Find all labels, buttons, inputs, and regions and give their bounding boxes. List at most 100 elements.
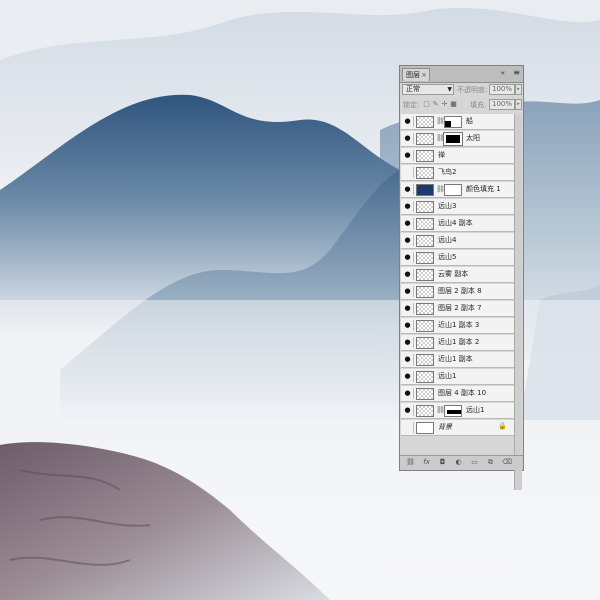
layer-name: 云雾 副本	[438, 270, 469, 278]
tab-label: 图层	[406, 71, 420, 79]
eye-icon[interactable]: ●	[402, 201, 414, 212]
layer-thumbnail	[416, 269, 434, 281]
layer-row[interactable]: ● ⛓ 颜色填充 1	[401, 182, 515, 198]
lock-icon: 🔒	[498, 422, 507, 430]
layer-row[interactable]: ● 近山1 副本	[401, 352, 515, 368]
layer-row[interactable]: ● ⛓ 太阳	[401, 131, 515, 147]
layer-name: 远山4	[438, 236, 457, 244]
eye-icon[interactable]: ●	[402, 252, 414, 263]
layer-thumbnail	[416, 201, 434, 213]
tab-layers[interactable]: 图层 ×	[402, 68, 430, 81]
layer-name: 船	[466, 117, 473, 125]
trash-icon[interactable]: ⌫	[502, 458, 512, 467]
eye-icon[interactable]: ●	[402, 235, 414, 246]
add-mask-icon[interactable]: ◘	[438, 458, 447, 467]
layer-row[interactable]: ● 图层 2 副本 7	[401, 301, 515, 317]
eye-hidden-icon[interactable]	[402, 167, 414, 178]
layer-name: 近山1 副本 2	[438, 338, 480, 346]
layer-name: 远山1	[466, 406, 485, 414]
eye-icon[interactable]: ●	[402, 269, 414, 280]
layer-thumbnail	[416, 337, 434, 349]
blend-mode-select[interactable]: 正常 ▼	[402, 84, 454, 95]
eye-icon[interactable]: ●	[402, 286, 414, 297]
layer-row-background[interactable]: 背景 🔒	[401, 420, 515, 436]
fill-color-thumbnail	[416, 184, 434, 196]
fill-label: 填充:	[470, 101, 487, 109]
layer-row[interactable]: ● 远山3	[401, 199, 515, 215]
panel-menu-icon[interactable]: ≡	[513, 68, 520, 77]
eye-hidden-icon[interactable]	[402, 422, 414, 433]
layer-list-scrollbar[interactable]	[514, 114, 522, 490]
chevron-down-icon: ▼	[447, 86, 452, 93]
eye-icon[interactable]: ●	[402, 388, 414, 399]
eye-icon[interactable]: ●	[402, 133, 414, 144]
collapse-icon[interactable]: «	[501, 69, 505, 77]
opacity-input[interactable]: 100%	[489, 84, 515, 95]
lock-fill-row: 锁定: □ ✎ ✛ ■ 填充: 100% ▸	[400, 99, 523, 112]
eye-icon[interactable]: ●	[402, 337, 414, 348]
layer-row[interactable]: ● ⛓ 远山1	[401, 403, 515, 419]
layer-thumbnail	[416, 320, 434, 332]
lock-label: 锁定:	[403, 101, 420, 109]
layers-panel: 图层 × « ≡ 正常 ▼ 不透明度: 100% ▸ 锁定: □ ✎ ✛ ■ 填…	[399, 65, 524, 490]
layer-row[interactable]: ● 图层 2 副本 8	[401, 284, 515, 300]
lock-all-icon[interactable]: ■	[450, 100, 457, 108]
fill-input[interactable]: 100%	[489, 99, 515, 110]
lock-move-icon[interactable]: ✛	[441, 100, 448, 108]
layer-thumbnail	[416, 116, 434, 128]
layer-row[interactable]: ● 远山5	[401, 250, 515, 266]
layer-mask-thumbnail	[444, 116, 462, 128]
layer-name: 近山1 副本 3	[438, 321, 480, 329]
layer-name: 远山5	[438, 253, 457, 261]
layer-name: 远山4 副本	[438, 219, 473, 227]
link-icon[interactable]: ⛓	[406, 458, 415, 467]
lock-transparency-icon[interactable]: □	[423, 100, 430, 108]
layer-name: 背景	[438, 423, 452, 431]
layer-name: 图层 4 副本 10	[438, 389, 487, 397]
panel-tab-bar: 图层 × « ≡	[400, 66, 523, 83]
layer-thumbnail	[416, 388, 434, 400]
eye-icon[interactable]: ●	[402, 405, 414, 416]
fill-stepper[interactable]: ▸	[515, 99, 522, 110]
new-layer-icon[interactable]: ⧉	[486, 458, 495, 467]
layer-thumbnail	[416, 286, 434, 298]
layer-name: 近山1 副本	[438, 355, 473, 363]
layer-thumbnail	[416, 422, 434, 434]
panel-bottom-toolbar: ⛓ fx ◘ ◐ ▭ ⧉ ⌫	[400, 455, 523, 470]
blend-mode-value: 正常	[406, 85, 420, 93]
layer-row[interactable]: ● 近山1 副本 3	[401, 318, 515, 334]
layer-row[interactable]: ● 图层 4 副本 10	[401, 386, 515, 402]
layer-row[interactable]: ● 云雾 副本	[401, 267, 515, 283]
layer-row[interactable]: ● 远山1	[401, 369, 515, 385]
layer-thumbnail	[416, 167, 434, 179]
eye-icon[interactable]: ●	[402, 303, 414, 314]
eye-icon[interactable]: ●	[402, 116, 414, 127]
layer-row[interactable]: ● ⛓ 船	[401, 114, 515, 130]
opacity-stepper[interactable]: ▸	[515, 84, 522, 95]
eye-icon[interactable]: ●	[402, 218, 414, 229]
layer-list: ● ⛓ 船 ● ⛓ 太阳 ● 禅 飞鸟2 ● ⛓ 颜色填充 1 ● 远山3 ● …	[401, 114, 515, 492]
blend-opacity-row: 正常 ▼ 不透明度: 100% ▸	[400, 84, 523, 97]
eye-icon[interactable]: ●	[402, 150, 414, 161]
layer-thumbnail	[416, 133, 434, 145]
layer-name: 远山1	[438, 372, 457, 380]
layer-mask-thumbnail	[443, 132, 463, 146]
eye-icon[interactable]: ●	[402, 184, 414, 195]
layer-row[interactable]: ● 远山4	[401, 233, 515, 249]
fx-icon[interactable]: fx	[422, 458, 431, 467]
eye-icon[interactable]: ●	[402, 371, 414, 382]
layer-row[interactable]: ● 远山4 副本	[401, 216, 515, 232]
layer-thumbnail	[416, 150, 434, 162]
layer-row[interactable]: 飞鸟2	[401, 165, 515, 181]
layer-row[interactable]: ● 禅	[401, 148, 515, 164]
eye-icon[interactable]: ●	[402, 354, 414, 365]
layer-name: 远山3	[438, 202, 457, 210]
layer-name: 飞鸟2	[438, 168, 457, 176]
layer-row[interactable]: ● 近山1 副本 2	[401, 335, 515, 351]
lock-paint-icon[interactable]: ✎	[432, 100, 439, 108]
eye-icon[interactable]: ●	[402, 320, 414, 331]
adjustment-icon[interactable]: ◐	[454, 458, 463, 467]
close-icon[interactable]: ×	[421, 69, 427, 81]
layer-name: 太阳	[466, 134, 480, 142]
group-folder-icon[interactable]: ▭	[470, 458, 479, 467]
